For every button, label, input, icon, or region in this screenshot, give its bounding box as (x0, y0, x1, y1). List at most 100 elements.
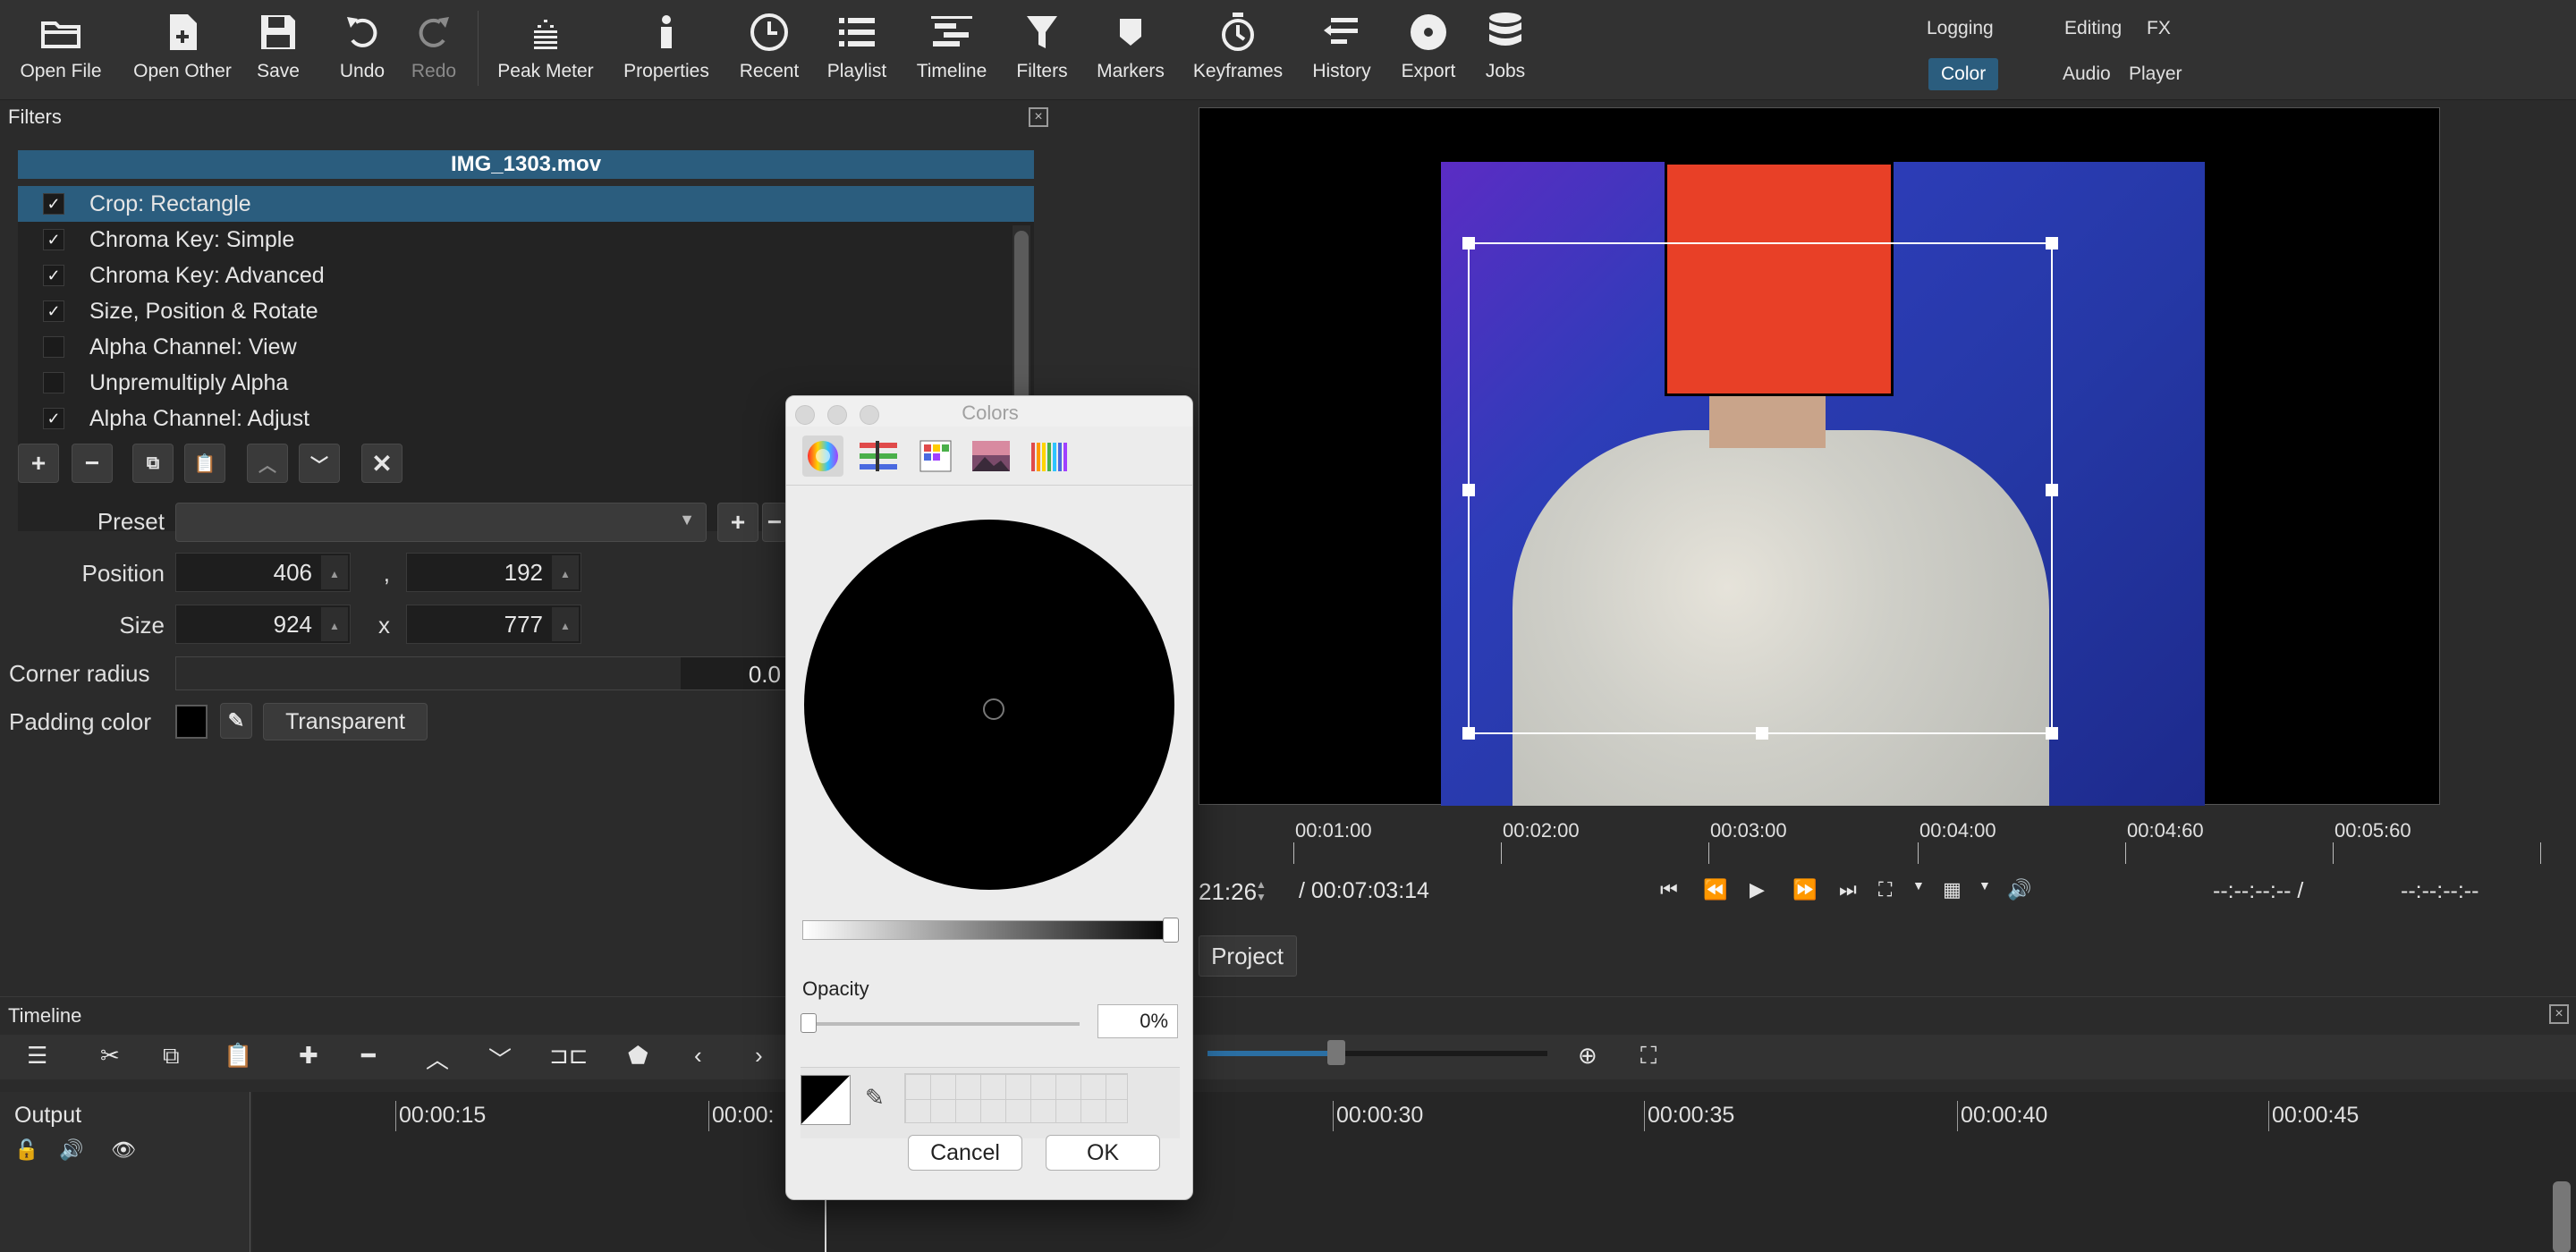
image-palettes-tab[interactable] (970, 436, 1012, 477)
peak-meter-button[interactable]: Peak Meter (494, 11, 597, 91)
position-y-input[interactable]: 192 ▲▼ (406, 553, 581, 618)
filter-item[interactable]: ✓ Size, Position & Rotate (18, 293, 1034, 329)
filter-checkbox[interactable]: ✓ (43, 300, 64, 322)
grid-icon[interactable]: ▦ (1943, 878, 1962, 901)
open-other-button[interactable]: Open Other (125, 11, 240, 91)
remove-filter-button[interactable]: − (72, 444, 113, 483)
cancel-button[interactable]: Cancel (908, 1135, 1022, 1171)
add-filter-button[interactable]: + (18, 444, 59, 483)
timeline-ruler[interactable]: 00:00:15 00:00: 00:00:30 00:00:35 00:00:… (252, 1092, 2576, 1252)
prev-marker-icon[interactable]: ‹ (694, 1042, 702, 1070)
filter-item[interactable]: ✓ Chroma Key: Advanced (18, 258, 1034, 293)
move-up-button[interactable]: ︿ (247, 444, 288, 483)
filter-checkbox[interactable] (43, 372, 64, 393)
position-x-spinner[interactable]: ▲▼ (321, 555, 348, 618)
current-time-field[interactable]: 21:26 (1199, 878, 1257, 906)
layout-player-tab[interactable]: Player (2116, 58, 2195, 90)
layout-editing-tab[interactable]: Editing (2052, 13, 2134, 45)
redo-button[interactable]: Redo (406, 11, 462, 91)
eye-icon[interactable]: 👁 (111, 1138, 136, 1162)
menu-icon[interactable]: ☰ (27, 1042, 47, 1070)
fast-forward-icon[interactable]: ⏩ (1792, 878, 1817, 901)
time-spinner-icon[interactable]: ▲ ▼ (1256, 878, 1267, 903)
crop-handle[interactable] (1756, 727, 1768, 740)
volume-icon[interactable]: 🔊 (2007, 878, 2031, 901)
append-icon[interactable]: ✚ (299, 1042, 318, 1070)
filter-checkbox[interactable] (43, 336, 64, 358)
crop-handle[interactable] (2046, 484, 2058, 496)
opacity-slider-handle[interactable] (801, 1013, 817, 1033)
color-wheel[interactable] (804, 520, 1174, 890)
corner-radius-slider[interactable]: 0.0 (175, 656, 787, 690)
delete-preset-button[interactable]: − (762, 503, 787, 542)
save-button[interactable]: Save (250, 11, 306, 91)
crop-handle[interactable] (2046, 237, 2058, 250)
lift-icon[interactable]: ︿ (426, 1042, 449, 1075)
lock-icon[interactable]: 🔓 (14, 1138, 38, 1162)
ok-button[interactable]: OK (1046, 1135, 1160, 1171)
project-tab[interactable]: Project (1199, 935, 1297, 977)
padding-color-swatch[interactable] (175, 705, 208, 739)
filters-button[interactable]: Filters (1011, 11, 1073, 91)
pencils-tab[interactable] (1028, 436, 1069, 477)
filter-item[interactable]: Alpha Channel: View (18, 329, 1034, 365)
zoom-icon[interactable]: ⛶ (1878, 878, 1892, 901)
history-button[interactable]: History (1306, 11, 1377, 91)
position-y-spinner[interactable]: ▲▼ (552, 555, 579, 618)
crosshair-icon[interactable] (983, 698, 1004, 720)
zoom-in-icon[interactable]: ⊕ (1578, 1042, 1597, 1070)
close-icon[interactable]: × (2549, 1004, 2569, 1024)
jobs-button[interactable]: Jobs (1478, 11, 1533, 91)
layout-audio-tab[interactable]: Audio (2050, 58, 2123, 90)
recent-button[interactable]: Recent (737, 11, 801, 91)
play-icon[interactable]: ▶ (1750, 878, 1765, 901)
layout-color-tab[interactable]: Color (1928, 58, 1999, 90)
filter-checkbox[interactable]: ✓ (43, 229, 64, 250)
timeline-zoom-slider[interactable] (1208, 1040, 1547, 1065)
playlist-button[interactable]: Playlist (819, 11, 894, 91)
eyedropper-icon[interactable]: ✎ (865, 1084, 885, 1112)
opacity-input[interactable]: 0% (1097, 1004, 1178, 1038)
open-file-button[interactable]: Open File (16, 11, 106, 91)
crop-handle[interactable] (1462, 237, 1475, 250)
crop-handle[interactable] (1462, 484, 1475, 496)
filter-checkbox[interactable]: ✓ (43, 193, 64, 215)
scissors-icon[interactable]: ✂ (100, 1042, 120, 1070)
markers-button[interactable]: Markers (1093, 11, 1168, 91)
brightness-slider-handle[interactable] (1163, 918, 1179, 943)
undo-button[interactable]: Undo (333, 11, 392, 91)
filter-item[interactable]: ✓ Crop: Rectangle (18, 186, 1034, 222)
crop-rectangle-overlay[interactable] (1462, 237, 2058, 740)
position-x-input[interactable]: 406 ▲▼ (175, 553, 351, 618)
video-preview[interactable] (1199, 107, 2440, 806)
copy-filter-button[interactable]: ⧉ (132, 444, 174, 483)
move-down-button[interactable]: ﹀ (299, 444, 340, 483)
opacity-slider[interactable] (801, 1013, 1080, 1033)
color-wheel-tab[interactable] (802, 436, 843, 477)
current-color-swatch[interactable] (801, 1075, 851, 1125)
export-button[interactable]: Export (1395, 11, 1462, 91)
zoom-slider-handle[interactable] (1327, 1040, 1345, 1065)
copy-icon[interactable]: ⧉ (163, 1042, 180, 1070)
paste-filter-button[interactable]: 📋 (184, 444, 225, 483)
keyframes-button[interactable]: Keyframes (1190, 11, 1286, 91)
eyedropper-button[interactable]: ✎ (220, 703, 252, 739)
player-ruler[interactable]: 00:01:00 00:02:00 00:03:00 00:04:00 00:0… (1199, 807, 2576, 869)
crop-handle[interactable] (2046, 727, 2058, 740)
next-marker-icon[interactable]: › (755, 1042, 763, 1070)
skip-to-end-icon[interactable]: ⏭ (1839, 878, 1857, 901)
size-height-input[interactable]: 777 ▲▼ (406, 605, 581, 670)
chevron-down-icon[interactable]: ▼ (1979, 878, 1991, 892)
overwrite-icon[interactable]: ﹀ (488, 1042, 512, 1075)
ripple-delete-icon[interactable]: ━ (361, 1042, 376, 1070)
layout-logging-tab[interactable]: Logging (1914, 13, 2006, 45)
chevron-down-icon[interactable]: ▼ (1912, 878, 1925, 892)
size-width-input[interactable]: 924 ▲▼ (175, 605, 351, 670)
rewind-icon[interactable]: ⏪ (1703, 878, 1727, 901)
playhead[interactable] (825, 1192, 826, 1252)
save-preset-button[interactable]: + (717, 503, 758, 542)
filter-checkbox[interactable]: ✓ (43, 408, 64, 429)
brightness-slider[interactable] (802, 918, 1179, 943)
timeline-scrollbar-thumb[interactable] (2553, 1181, 2571, 1252)
properties-button[interactable]: Properties (612, 11, 721, 91)
